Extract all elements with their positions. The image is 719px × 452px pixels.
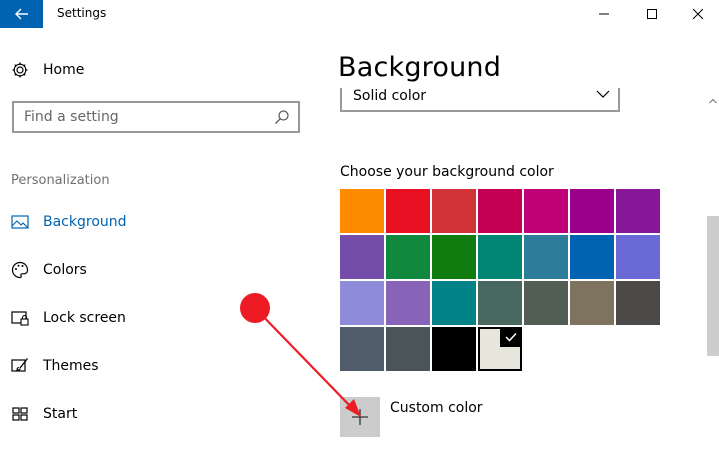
close-button[interactable] xyxy=(675,0,719,28)
color-swatch[interactable] xyxy=(478,189,522,233)
home-link[interactable]: Home xyxy=(10,58,290,82)
color-swatch[interactable] xyxy=(616,235,660,279)
sidebar-item-label: Background xyxy=(43,214,127,230)
background-type-dropdown[interactable]: Solid color xyxy=(340,86,620,112)
maximize-button[interactable] xyxy=(629,0,675,28)
color-swatch[interactable] xyxy=(524,189,568,233)
start-icon xyxy=(10,404,30,424)
page-title: Background xyxy=(338,52,502,83)
plus-icon xyxy=(352,409,368,425)
color-swatch[interactable] xyxy=(432,235,476,279)
color-swatch[interactable] xyxy=(340,281,384,325)
background-icon xyxy=(10,212,30,232)
close-icon xyxy=(693,9,703,19)
color-swatch[interactable] xyxy=(524,235,568,279)
sidebar-item-lock-screen[interactable]: Lock screen xyxy=(10,300,300,336)
color-swatch[interactable] xyxy=(340,189,384,233)
home-label: Home xyxy=(43,62,85,78)
sidebar-item-start[interactable]: Start xyxy=(10,396,300,432)
scrollbar-thumb[interactable] xyxy=(707,216,719,356)
color-swatch[interactable] xyxy=(570,281,614,325)
chevron-down-icon xyxy=(596,90,610,98)
color-swatch[interactable] xyxy=(386,281,430,325)
sidebar-item-background[interactable]: Background xyxy=(10,204,300,240)
color-swatch[interactable] xyxy=(386,189,430,233)
lock-screen-icon xyxy=(10,308,30,328)
color-swatch[interactable] xyxy=(570,235,614,279)
sidebar-item-label: Colors xyxy=(43,262,87,278)
search-icon[interactable] xyxy=(274,109,290,125)
title-bar: Settings xyxy=(0,0,719,28)
color-swatch[interactable] xyxy=(616,281,660,325)
sidebar-item-label: Start xyxy=(43,406,78,422)
color-swatch[interactable] xyxy=(340,235,384,279)
minimize-button[interactable] xyxy=(581,0,627,28)
minimize-icon xyxy=(599,13,609,15)
window-title: Settings xyxy=(57,6,107,20)
color-swatch[interactable] xyxy=(478,281,522,325)
color-swatch[interactable] xyxy=(432,189,476,233)
chevron-up-icon xyxy=(709,98,717,104)
color-swatch[interactable] xyxy=(340,327,384,371)
sidebar-item-label: Lock screen xyxy=(43,310,126,326)
themes-icon xyxy=(10,356,30,376)
color-swatch[interactable] xyxy=(432,281,476,325)
arrow-left-icon xyxy=(14,8,28,20)
color-swatch[interactable] xyxy=(524,281,568,325)
color-swatch[interactable] xyxy=(616,189,660,233)
sidebar-item-colors[interactable]: Colors xyxy=(10,252,300,288)
color-swatch[interactable] xyxy=(386,235,430,279)
dropdown-value: Solid color xyxy=(353,88,427,104)
choose-color-label: Choose your background color xyxy=(340,164,554,180)
header-backdrop xyxy=(330,84,630,88)
search-input[interactable] xyxy=(14,103,264,131)
color-swatch[interactable] xyxy=(386,327,430,371)
checkmark-icon xyxy=(500,327,522,347)
color-swatch[interactable] xyxy=(570,189,614,233)
back-button[interactable] xyxy=(0,0,43,28)
color-swatch[interactable] xyxy=(478,327,522,371)
custom-color-button[interactable] xyxy=(340,397,380,437)
color-swatch[interactable] xyxy=(478,235,522,279)
sidebar-item-themes[interactable]: Themes xyxy=(10,348,300,384)
color-swatch[interactable] xyxy=(432,327,476,371)
search-box[interactable] xyxy=(12,101,300,133)
maximize-icon xyxy=(647,9,657,19)
gear-icon xyxy=(12,62,28,78)
scroll-up-button[interactable] xyxy=(707,94,719,108)
sidebar-item-label: Themes xyxy=(43,358,99,374)
section-header-personalization: Personalization xyxy=(11,173,110,188)
palette-icon xyxy=(10,260,30,280)
custom-color-label[interactable]: Custom color xyxy=(390,400,483,416)
